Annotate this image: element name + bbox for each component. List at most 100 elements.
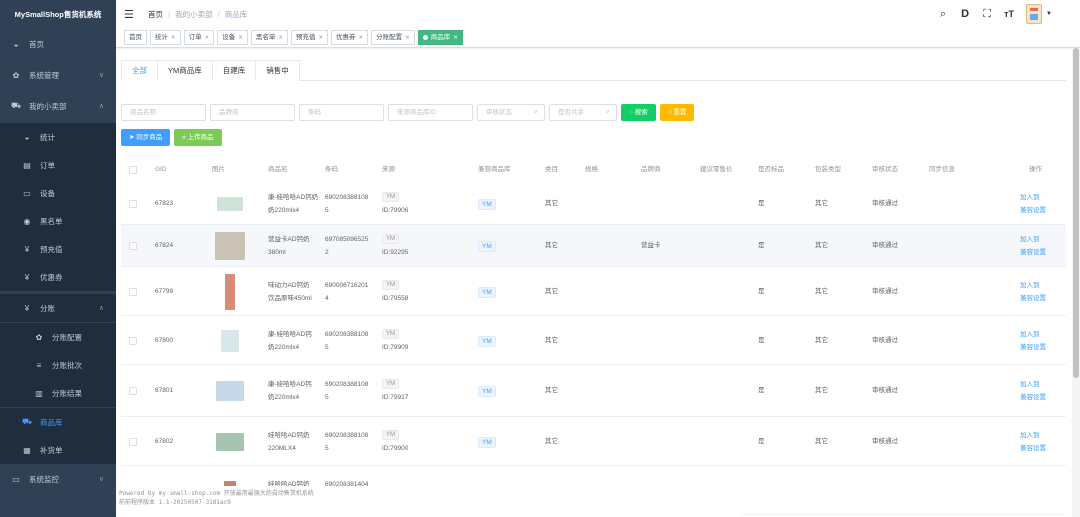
sidebar-item-label: 分账结果 bbox=[52, 388, 82, 398]
source-id-input[interactable]: 来源商品库ID bbox=[388, 104, 473, 121]
close-icon[interactable]: ✕ bbox=[171, 35, 176, 41]
close-icon[interactable]: ✕ bbox=[238, 35, 243, 41]
column-header: 建议零售价 bbox=[700, 166, 733, 173]
sync-products-button[interactable]: ➤ 同步商品 bbox=[121, 129, 171, 146]
tag-home[interactable]: 首页 bbox=[124, 30, 147, 45]
sidebar-item-label: 我的小卖部 bbox=[29, 101, 67, 111]
sidebar-item-stats[interactable]: ◒ 统计 bbox=[0, 123, 116, 151]
search-button[interactable]: ○ 搜索 bbox=[621, 104, 656, 121]
sidebar-item-home[interactable]: ◒ 首页 bbox=[0, 30, 116, 58]
add-to-link[interactable]: 加入到 bbox=[1020, 329, 1040, 340]
reset-button[interactable]: ○ 重置 bbox=[659, 104, 695, 121]
gear-icon: ✿ bbox=[35, 332, 43, 342]
fullscreen-icon[interactable]: ⛶ bbox=[976, 8, 998, 21]
row-checkbox[interactable] bbox=[129, 337, 137, 345]
tag-devices[interactable]: 设备 ✕ bbox=[217, 30, 248, 45]
table-row[interactable]: 67800 其它 是 其它 审核通过 康-娃哈哈AD钙 奶220mlx4 6902083881… bbox=[121, 316, 1066, 365]
barcode-input[interactable]: 条码 bbox=[299, 104, 384, 121]
tab-on-sale[interactable]: 销售中 bbox=[255, 60, 300, 81]
sidebar-item-orders[interactable]: ▤ 订单 bbox=[0, 151, 116, 179]
row-checkbox[interactable] bbox=[129, 438, 137, 446]
compat-settings-link[interactable]: 兼容设置 bbox=[1020, 342, 1046, 353]
breadcrumb-home[interactable]: 首页 bbox=[148, 9, 163, 20]
avatar[interactable] bbox=[1026, 4, 1043, 24]
close-icon[interactable]: ✕ bbox=[205, 35, 210, 41]
cell-pkg: 其它 bbox=[815, 200, 828, 207]
font-size-icon[interactable]: тT bbox=[998, 9, 1020, 19]
select-all-checkbox[interactable] bbox=[129, 166, 137, 174]
source-tag: YM bbox=[382, 430, 399, 440]
brand-input[interactable]: 品牌商 bbox=[210, 104, 295, 121]
add-to-link[interactable]: 加入到 bbox=[1020, 430, 1040, 441]
table-row[interactable]: 67824 其它 营益卡 是 其它 审核通过 营益卡AD钙奶 380ml 69708509652… bbox=[121, 225, 1066, 267]
add-to-link[interactable]: 加入到 bbox=[1020, 234, 1040, 245]
row-checkbox[interactable] bbox=[129, 288, 137, 296]
product-image bbox=[225, 273, 235, 310]
tab-bar: 全部 YM商品库 自建库 销售中 bbox=[121, 60, 1066, 81]
product-name-input[interactable]: 商品名称 bbox=[121, 104, 206, 121]
tag-orders[interactable]: 订单 ✕ bbox=[183, 30, 215, 45]
sidebar-item-monitor[interactable]: ▭ 系统监控 ∨ bbox=[0, 465, 116, 493]
tab-self-built[interactable]: 自建库 bbox=[211, 60, 257, 81]
close-icon[interactable]: ✕ bbox=[359, 35, 364, 41]
sidebar-item-split-batch[interactable]: ≡ 分账批次 bbox=[0, 351, 116, 379]
tag-coupons[interactable]: 优惠券 ✕ bbox=[331, 30, 369, 45]
tag-stats[interactable]: 统计 ✕ bbox=[150, 30, 181, 45]
sidebar-item-coupons[interactable]: ¥ 优惠券 bbox=[0, 263, 116, 291]
compat-settings-link[interactable]: 兼容设置 bbox=[1020, 443, 1046, 454]
column-header: 规格 bbox=[585, 166, 598, 173]
shared-select[interactable]: 是否共享 bbox=[549, 104, 617, 121]
upload-products-button[interactable]: ± 上传商品 bbox=[174, 129, 222, 146]
caret-down-icon[interactable]: ▼ bbox=[1046, 11, 1052, 17]
table-row[interactable]: 67823 其它 是 其它 审核通过 康-娃哈哈AD钙奶 奶220mlx4 690208388… bbox=[121, 183, 1066, 225]
sidebar-item-label: 分账批次 bbox=[52, 360, 82, 370]
search-icon[interactable]: ⌕ bbox=[932, 8, 954, 21]
cell-barcode: 690208388108 bbox=[325, 194, 369, 201]
scrollbar-thumb[interactable] bbox=[1073, 48, 1079, 378]
tag-product-library[interactable]: 商品库 ✕ bbox=[417, 30, 463, 45]
sidebar-item-blacklist[interactable]: ◉ 黑名单 bbox=[0, 207, 116, 235]
sidebar-item-label: 黑名单 bbox=[40, 216, 63, 226]
close-icon[interactable]: ✕ bbox=[318, 35, 323, 41]
add-to-link[interactable]: 加入到 bbox=[1020, 192, 1040, 203]
add-to-link[interactable]: 加入到 bbox=[1020, 379, 1040, 390]
table-row[interactable]: 67801 其它 是 其它 审核通过 康-娃哈哈AD钙 奶220mlx4 6902083881… bbox=[121, 365, 1066, 417]
cell-source-id: ID:79906 bbox=[382, 207, 409, 214]
cell-source-id: ID:79909 bbox=[382, 344, 409, 351]
compat-settings-link[interactable]: 兼容设置 bbox=[1020, 247, 1046, 258]
close-icon[interactable]: ✕ bbox=[278, 35, 283, 41]
source-tag: YM bbox=[382, 329, 399, 339]
tab-ym-library[interactable]: YM商品库 bbox=[157, 60, 213, 81]
close-icon[interactable]: ✕ bbox=[453, 35, 458, 41]
row-checkbox[interactable] bbox=[129, 242, 137, 250]
compat-settings-link[interactable]: 兼容设置 bbox=[1020, 205, 1046, 216]
breadcrumb-my-shop[interactable]: 我的小卖部 bbox=[175, 9, 213, 20]
sidebar-item-devices[interactable]: ▭ 设备 bbox=[0, 179, 116, 207]
sidebar-item-split-result[interactable]: ▥ 分账结果 bbox=[0, 379, 116, 407]
tag-blacklist[interactable]: 黑名单 ✕ bbox=[250, 30, 288, 45]
product-table: GID 图片 商品名 条码 来源 兼容商品库 类目 规格 品牌商 建议零售价 是… bbox=[121, 156, 1066, 515]
sidebar-item-split[interactable]: ¥ 分账 ∧ bbox=[0, 294, 116, 322]
table-row[interactable]: 67802 其它 是 其它 审核通过 娃哈哈AD钙奶 220MLX4 690208388108… bbox=[121, 417, 1066, 466]
compat-settings-link[interactable]: 兼容设置 bbox=[1020, 392, 1046, 403]
tab-all[interactable]: 全部 bbox=[121, 60, 158, 81]
ban-icon: ◉ bbox=[23, 216, 31, 226]
cart-icon: ⛟ bbox=[11, 101, 22, 110]
table-row[interactable]: 67799 其它 是 其它 审核通过 味动力AD钙奶 饮品原味450ml 6900067162… bbox=[121, 267, 1066, 316]
compat-settings-link[interactable]: 兼容设置 bbox=[1020, 293, 1046, 304]
sidebar-item-product-library[interactable]: ⛟ 商品库 bbox=[0, 408, 116, 436]
sidebar-item-split-config[interactable]: ✿ 分账配置 bbox=[0, 323, 116, 351]
sidebar-item-restock[interactable]: ▦ 补货单 bbox=[0, 436, 116, 464]
sidebar-item-my-shop[interactable]: ⛟ 我的小卖部 ∧ bbox=[0, 92, 116, 120]
row-checkbox[interactable] bbox=[129, 200, 137, 208]
tag-prepaid[interactable]: 预充值 ✕ bbox=[290, 30, 329, 45]
doc-icon[interactable]: D bbox=[954, 8, 976, 20]
sidebar-item-system[interactable]: ✿ 系统管理 ∨ bbox=[0, 61, 116, 89]
add-to-link[interactable]: 加入到 bbox=[1020, 280, 1040, 291]
row-checkbox[interactable] bbox=[129, 387, 137, 395]
hamburger-icon[interactable]: ☰ bbox=[124, 8, 136, 21]
sidebar-item-prepaid[interactable]: ¥ 预充值 bbox=[0, 235, 116, 263]
close-icon[interactable]: ✕ bbox=[405, 35, 410, 41]
tag-split-config[interactable]: 分账配置 ✕ bbox=[371, 30, 415, 45]
audit-status-select[interactable]: 审核状态 bbox=[477, 104, 545, 121]
